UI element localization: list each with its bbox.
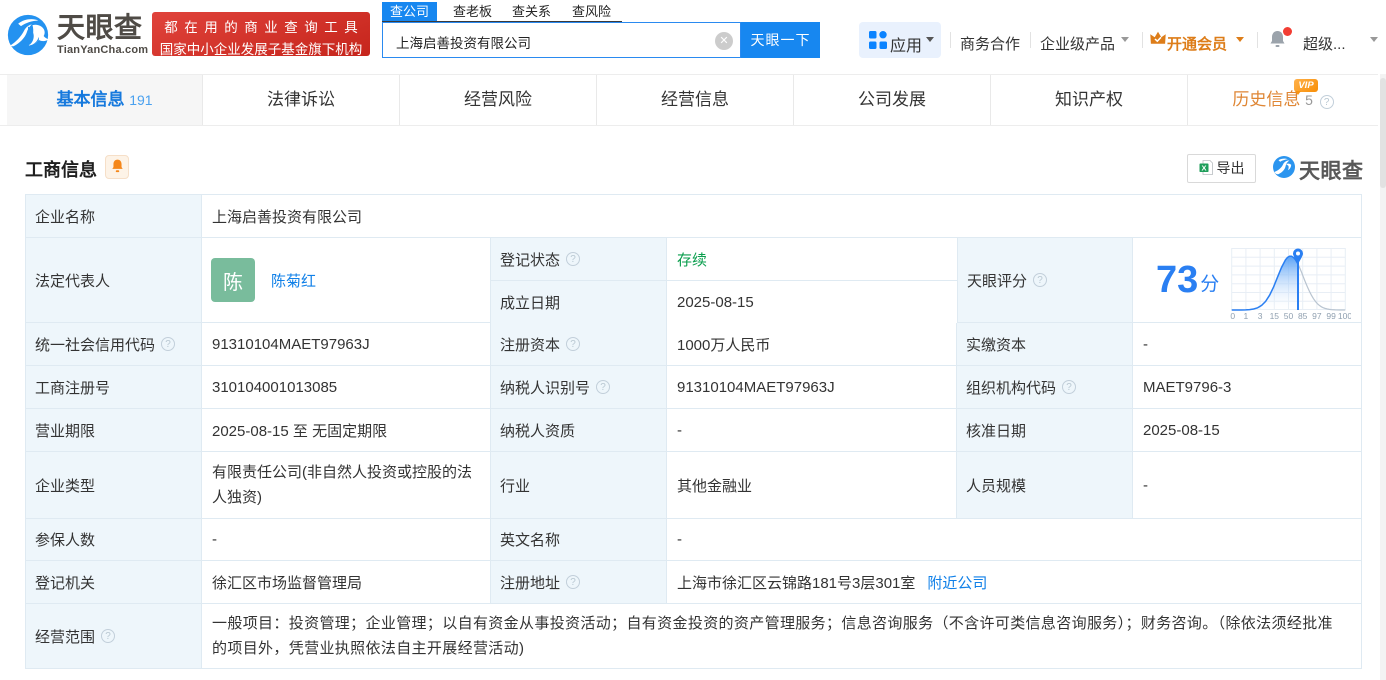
svg-text:97: 97	[1312, 311, 1322, 321]
svg-text:15: 15	[1270, 311, 1280, 321]
svg-text:1: 1	[1244, 311, 1249, 321]
svg-text:X: X	[1201, 163, 1206, 172]
svg-text:99: 99	[1327, 311, 1337, 321]
svg-text:100: 100	[1338, 311, 1351, 321]
svg-text:50: 50	[1284, 311, 1294, 321]
svg-text:0: 0	[1231, 311, 1236, 321]
svg-text:85: 85	[1298, 311, 1308, 321]
svg-text:3: 3	[1258, 311, 1263, 321]
